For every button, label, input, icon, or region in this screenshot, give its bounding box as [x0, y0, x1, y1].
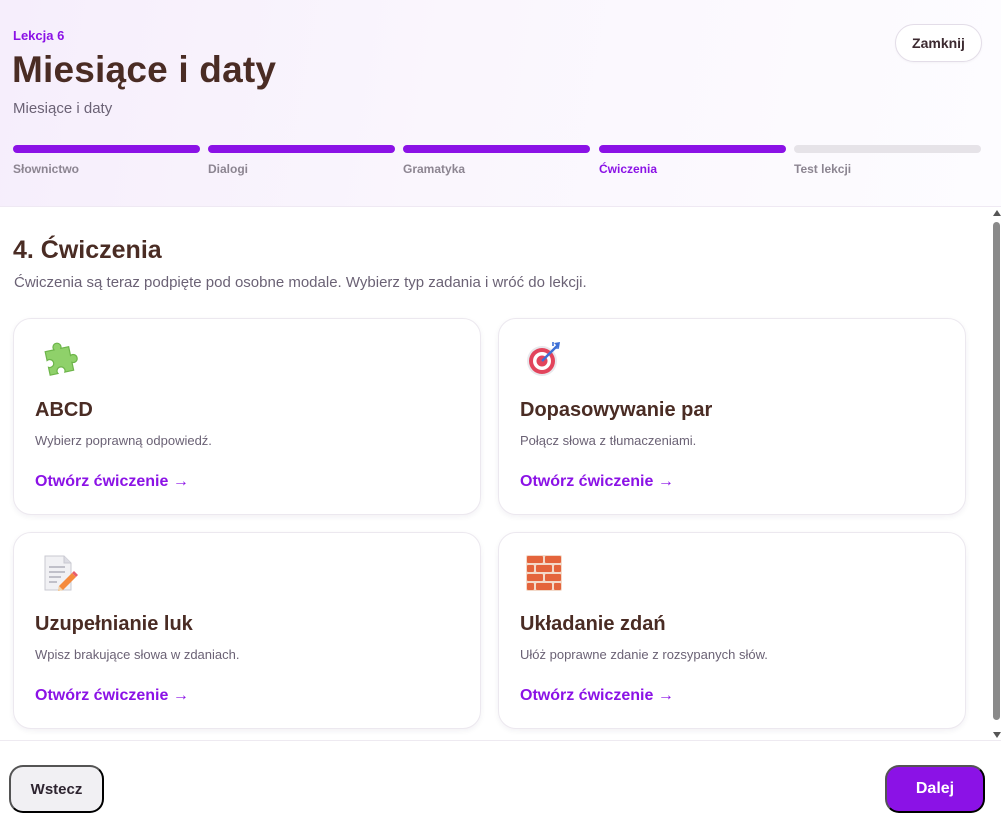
next-button[interactable]: Dalej: [885, 765, 985, 813]
page-title: Miesiące i daty: [12, 49, 277, 90]
page-subtitle: Miesiące i daty: [13, 100, 113, 117]
exercise-title: Dopasowywanie par: [520, 399, 713, 421]
step-cwiczenia: Ćwiczenia: [599, 145, 786, 176]
lesson-label: Lekcja 6: [13, 28, 65, 43]
progress-steps: Słownictwo Dialogi Gramatyka Ćwiczenia T…: [13, 145, 981, 185]
exercise-description: Ułóż poprawne zdanie z rozsypanych słów.: [520, 647, 768, 662]
lesson-footer: Wstecz Dalej: [0, 740, 1001, 819]
step-bar: [599, 145, 786, 153]
lesson-header: Lekcja 6 Miesiące i daty Miesiące i daty…: [0, 0, 1001, 207]
exercise-description: Połącz słowa z tłumaczeniami.: [520, 433, 697, 448]
section-description: Ćwiczenia są teraz podpięte pod osobne m…: [14, 274, 587, 291]
step-slownictwo: Słownictwo: [13, 145, 200, 176]
exercise-title: Układanie zdań: [520, 613, 666, 635]
step-gramatyka: Gramatyka: [403, 145, 590, 176]
back-button[interactable]: Wstecz: [9, 765, 104, 813]
scroll-up-arrow-icon[interactable]: [993, 210, 1001, 216]
open-exercise-link[interactable]: Otwórz ćwiczenie →: [35, 687, 189, 705]
scrollbar-thumb[interactable]: [993, 222, 1000, 720]
section-title: 4. Ćwiczenia: [13, 236, 162, 264]
close-button[interactable]: Zamknij: [895, 24, 982, 62]
step-dialogi: Dialogi: [208, 145, 395, 176]
exercise-title: ABCD: [35, 399, 93, 421]
vertical-scrollbar[interactable]: [992, 208, 1001, 740]
exercise-description: Wpisz brakujące słowa w zdaniach.: [35, 647, 240, 662]
step-label: Słownictwo: [13, 162, 79, 176]
memo-icon: [44, 555, 78, 591]
target-icon: [527, 342, 560, 376]
exercise-description: Wybierz poprawną odpowiedź.: [35, 433, 212, 448]
step-bar: [403, 145, 590, 153]
step-label: Dialogi: [208, 162, 249, 176]
exercise-title: Uzupełnianie luk: [35, 613, 193, 635]
scroll-down-arrow-icon[interactable]: [993, 732, 1001, 738]
step-label: Test lekcji: [794, 162, 852, 176]
bricks-icon: [526, 555, 562, 591]
exercise-card-uzupelnianie[interactable]: Uzupełnianie luk Wpisz brakujące słowa w…: [13, 532, 481, 729]
open-exercise-link[interactable]: Otwórz ćwiczenie →: [35, 473, 189, 491]
step-bar: [794, 145, 981, 153]
exercise-card-abcd[interactable]: ABCD Wybierz poprawną odpowiedź. Otwórz …: [13, 318, 481, 515]
step-label: Gramatyka: [403, 162, 466, 176]
exercise-card-ukladanie[interactable]: Układanie zdań Ułóż poprawne zdanie z ro…: [498, 532, 966, 729]
step-bar: [13, 145, 200, 153]
open-exercise-link[interactable]: Otwórz ćwiczenie →: [520, 473, 674, 491]
puzzle-icon: [44, 342, 78, 376]
open-exercise-link[interactable]: Otwórz ćwiczenie →: [520, 687, 674, 705]
step-test-lekcji: Test lekcji: [794, 145, 981, 176]
exercises-section: 4. Ćwiczenia Ćwiczenia są teraz podpięte…: [0, 208, 992, 740]
step-label: Ćwiczenia: [599, 162, 658, 176]
step-bar: [208, 145, 395, 153]
exercise-card-dopasowywanie[interactable]: Dopasowywanie par Połącz słowa z tłumacz…: [498, 318, 966, 515]
